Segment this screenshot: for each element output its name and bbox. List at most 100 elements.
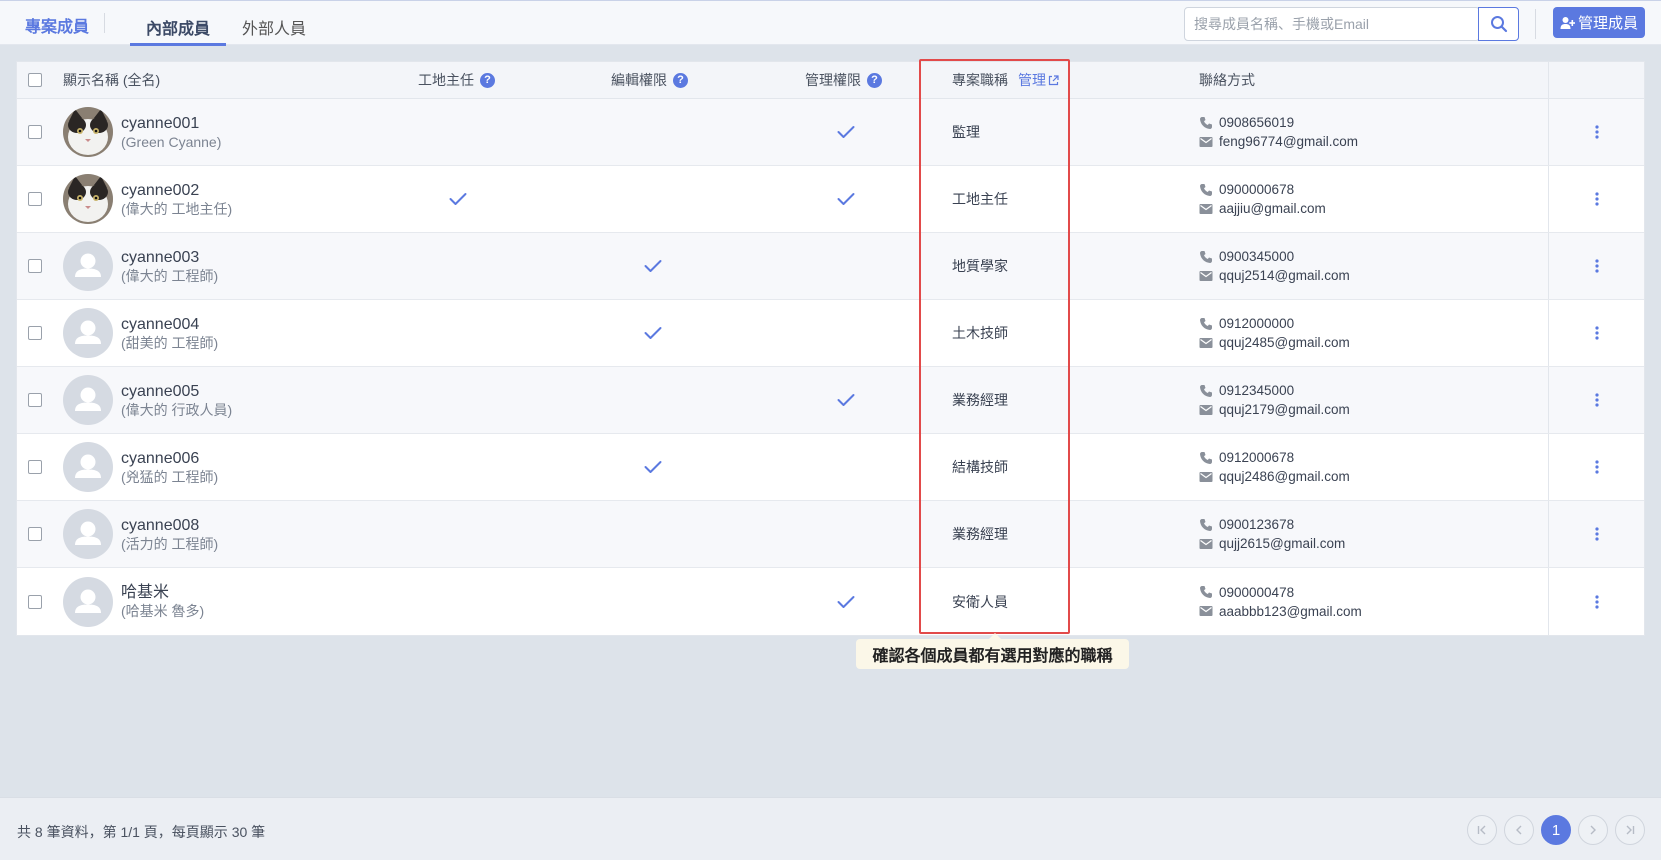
mail-icon: [1199, 270, 1213, 281]
column-divider: [1548, 300, 1549, 366]
check-icon: [644, 260, 662, 272]
member-cell: cyanne005 (偉大的 行政人員): [63, 367, 232, 433]
header-name[interactable]: 顯示名稱 (全名): [63, 62, 160, 98]
phone-icon: [1200, 451, 1212, 464]
edit-permission-check: [644, 233, 662, 299]
next-page-button[interactable]: [1578, 815, 1608, 845]
mail-icon: [1199, 471, 1213, 482]
row-actions-button[interactable]: [1595, 233, 1599, 299]
first-page-button[interactable]: [1467, 815, 1497, 845]
header-admin-permission: 管理權限 ?: [805, 62, 882, 98]
row-checkbox[interactable]: [28, 192, 42, 206]
contact-cell: 0908656019 feng96774@gmail.com: [1199, 99, 1358, 165]
top-bar: 專案成員 內部成員 外部人員 管理成員: [0, 0, 1661, 46]
row-actions-button[interactable]: [1595, 166, 1599, 232]
search-button[interactable]: [1478, 7, 1519, 41]
manage-members-button[interactable]: 管理成員: [1553, 7, 1645, 38]
job-title: 業務經理: [952, 392, 1008, 408]
row-checkbox[interactable]: [28, 527, 42, 541]
members-table: 顯示名稱 (全名) 工地主任 ? 編輯權限 ? 管理權限 ? 專案職稱 管理 聯…: [16, 61, 1645, 636]
default-avatar-icon: [75, 253, 101, 277]
member-email: qquj2179@gmail.com: [1219, 402, 1350, 417]
row-select-cell: [28, 367, 42, 433]
search-icon: [1490, 16, 1507, 33]
add-user-icon: [1560, 16, 1575, 29]
member-cell: 哈基米 (哈基米 魯多): [63, 568, 204, 635]
table-row[interactable]: cyanne004 (甜美的 工程師) 土木技師 0912000000 qquj2485…: [17, 300, 1644, 367]
member-name-block: cyanne001 (Green Cyanne): [121, 114, 221, 151]
kebab-menu-icon: [1595, 259, 1599, 273]
table-row[interactable]: 哈基米 (哈基米 魯多) 安衛人員 0900000478 aaabbb123@gmail…: [17, 568, 1644, 635]
last-page-button[interactable]: [1615, 815, 1645, 845]
table-row[interactable]: cyanne006 (兇猛的 工程師) 結構技師 0912000678 qquj2486…: [17, 434, 1644, 501]
member-fullname: (偉大的 行政人員): [121, 401, 233, 418]
last-page-icon: [1626, 825, 1635, 835]
phone-icon: [1200, 384, 1212, 397]
row-checkbox[interactable]: [28, 326, 42, 340]
contact-cell: 0912000000 qquj2485@gmail.com: [1199, 300, 1350, 366]
member-name-block: 哈基米 (哈基米 魯多): [121, 583, 204, 620]
table-row[interactable]: cyanne002 (偉大的 工地主任) 工地主任 0900000678 aajjiu@…: [17, 166, 1644, 233]
table-row[interactable]: cyanne008 (活力的 工程師) 業務經理 0900123678 qujj2615…: [17, 501, 1644, 568]
row-checkbox[interactable]: [28, 125, 42, 139]
column-divider: [1548, 434, 1549, 500]
prev-page-button[interactable]: [1504, 815, 1534, 845]
table-row[interactable]: cyanne001 (Green Cyanne) 監理 0908656019 feng9…: [17, 99, 1644, 166]
member-phone: 0912000000: [1219, 316, 1295, 331]
help-icon[interactable]: ?: [867, 72, 882, 88]
avatar: [63, 375, 113, 425]
mail-icon: [1199, 606, 1213, 616]
email-line: feng96774@gmail.com: [1199, 133, 1358, 150]
row-actions-button[interactable]: [1595, 367, 1599, 433]
manage-job-titles-link[interactable]: 管理: [1018, 70, 1059, 90]
row-select-cell: [28, 300, 42, 366]
mail-icon: [1199, 337, 1213, 348]
row-checkbox[interactable]: [28, 594, 42, 609]
kebab-menu-icon: [1595, 393, 1599, 407]
column-divider: [1548, 568, 1549, 635]
job-title: 工地主任: [952, 191, 1008, 207]
row-actions-button[interactable]: [1595, 300, 1599, 366]
check-icon: [644, 327, 662, 339]
row-checkbox[interactable]: [28, 460, 42, 474]
member-name-block: cyanne004 (甜美的 工程師): [121, 315, 218, 352]
row-actions-button[interactable]: [1595, 99, 1599, 165]
table-row[interactable]: cyanne003 (偉大的 工程師) 地質學家 0900345000 qquj2514…: [17, 233, 1644, 300]
default-avatar-icon: [75, 454, 101, 478]
member-cell: cyanne004 (甜美的 工程師): [63, 300, 218, 366]
contact-info: 0912345000 qquj2179@gmail.com: [1199, 382, 1350, 418]
phone-icon: [1200, 116, 1212, 129]
page-button-current[interactable]: 1: [1541, 815, 1571, 845]
row-actions-button[interactable]: [1595, 501, 1599, 567]
avatar: [63, 241, 113, 291]
row-actions-button[interactable]: [1595, 568, 1599, 635]
tab-internal-members[interactable]: 內部成員: [146, 15, 210, 39]
member-cell: cyanne002 (偉大的 工地主任): [63, 166, 232, 232]
table-row[interactable]: cyanne005 (偉大的 行政人員) 業務經理 0912345000 qquj217…: [17, 367, 1644, 434]
phone-line: 0900000478: [1199, 584, 1362, 601]
phone-icon: [1200, 518, 1212, 531]
tab-external-members[interactable]: 外部人員: [242, 15, 306, 39]
contact-info: 0900000478 aaabbb123@gmail.com: [1199, 584, 1362, 620]
default-avatar-icon: [75, 320, 101, 344]
row-checkbox[interactable]: [28, 259, 42, 273]
contact-info: 0912000000 qquj2485@gmail.com: [1199, 315, 1350, 351]
member-cell: cyanne008 (活力的 工程師): [63, 501, 218, 567]
kebab-menu-icon: [1595, 192, 1599, 206]
member-phone: 0900123678: [1219, 517, 1295, 532]
row-actions-button[interactable]: [1595, 434, 1599, 500]
contact-info: 0900123678 qujj2615@gmail.com: [1199, 516, 1345, 552]
row-select-cell: [28, 99, 42, 165]
kebab-menu-icon: [1595, 125, 1599, 139]
help-icon[interactable]: ?: [673, 72, 688, 88]
kebab-menu-icon: [1595, 460, 1599, 474]
help-icon[interactable]: ?: [480, 72, 495, 88]
select-all-checkbox[interactable]: [28, 73, 42, 87]
table-header: 顯示名稱 (全名) 工地主任 ? 編輯權限 ? 管理權限 ? 專案職稱 管理 聯…: [17, 62, 1644, 99]
row-checkbox[interactable]: [28, 393, 42, 407]
member-email: aajjiu@gmail.com: [1219, 201, 1326, 216]
check-icon: [837, 126, 855, 138]
phone-line: 0900123678: [1199, 516, 1345, 533]
member-username: cyanne003: [121, 248, 200, 266]
search-input[interactable]: [1185, 8, 1475, 40]
